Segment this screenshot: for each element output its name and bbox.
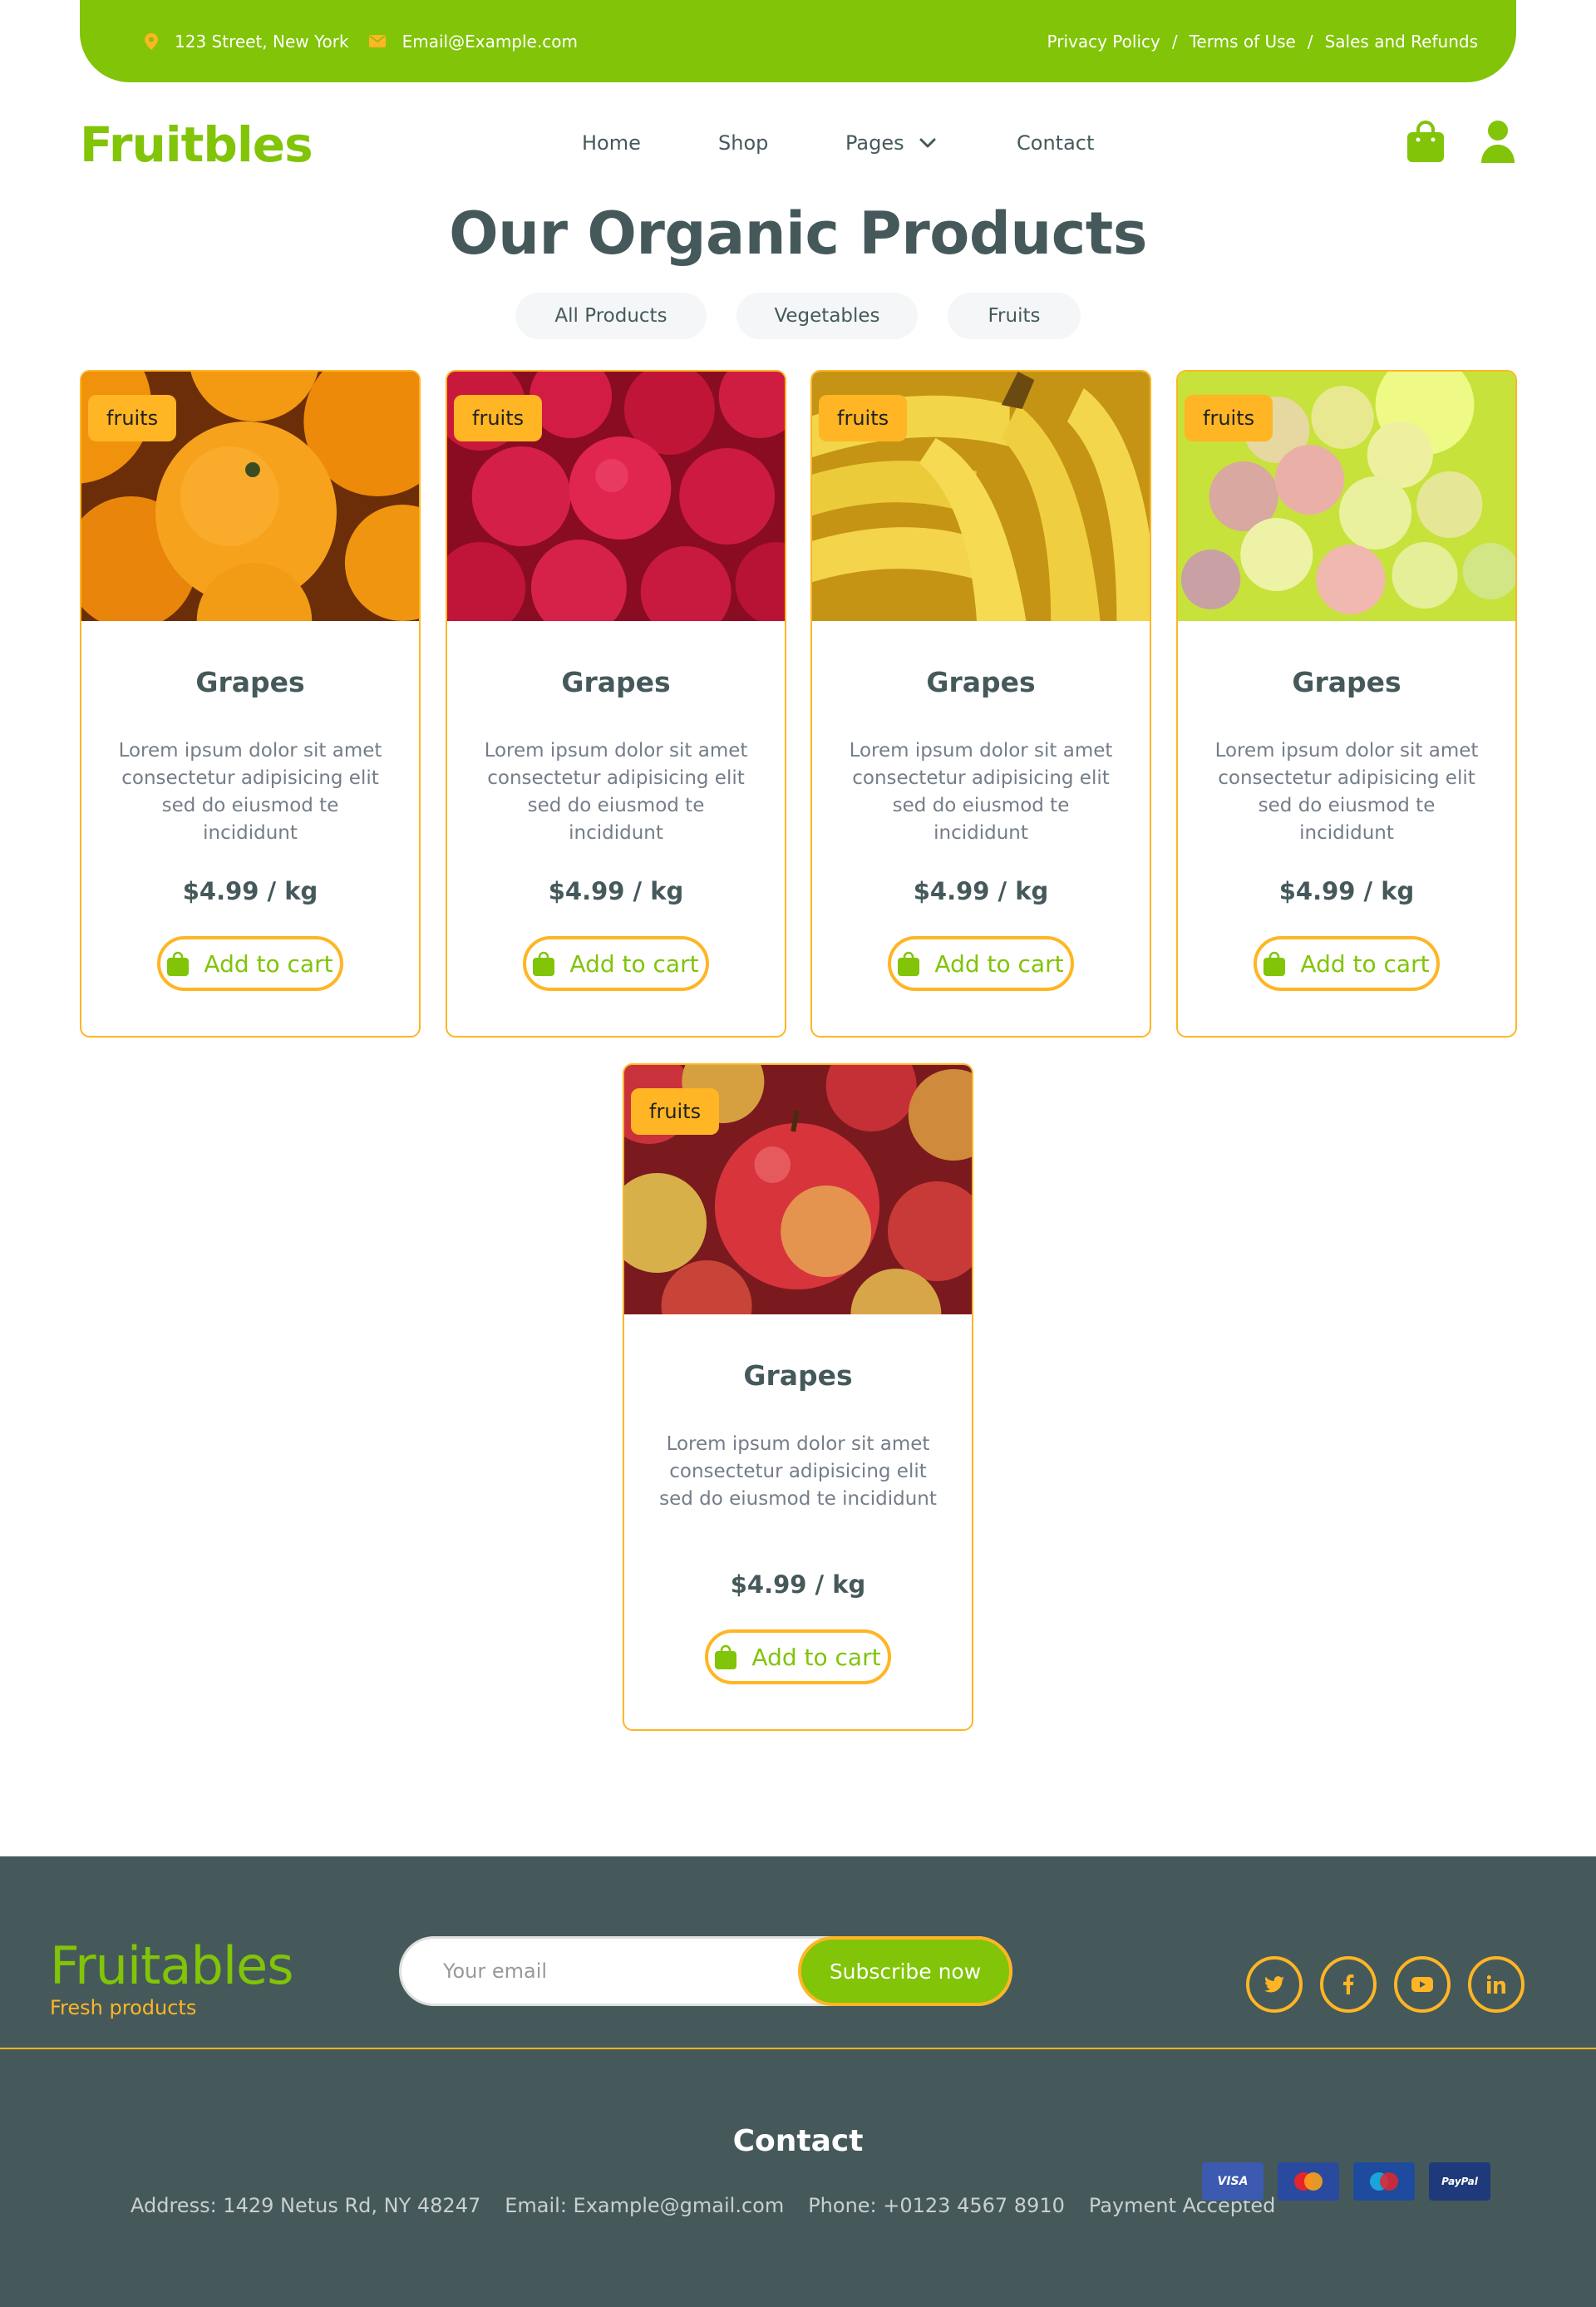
add-to-cart-button[interactable]: Add to cart (705, 1629, 891, 1684)
topbar-separator: / (1171, 31, 1178, 52)
product-card: fruits Grapes Lorem ipsum dolor sit amet… (623, 1063, 973, 1731)
footer-brand[interactable]: Fruitables (50, 1935, 293, 1996)
subscribe-button[interactable]: Subscribe now (798, 1936, 1012, 2006)
product-price: $4.99 / kg (730, 1570, 866, 1599)
topbar-email[interactable]: Email@Example.com (368, 31, 578, 52)
facebook-icon[interactable] (1320, 1956, 1377, 2013)
add-to-cart-button[interactable]: Add to cart (523, 936, 709, 991)
twitter-icon[interactable] (1246, 1956, 1303, 2013)
product-description: Lorem ipsum dolor sit amet consectetur a… (659, 1433, 937, 1510)
category-badge: fruits (1185, 395, 1273, 441)
maestro-icon (1353, 2162, 1415, 2201)
product-name[interactable]: Grapes (812, 666, 1150, 698)
nav-pages-label: Pages (845, 131, 904, 155)
product-description: Lorem ipsum dolor sit amet consectetur a… (118, 740, 382, 844)
add-to-cart-label: Add to cart (934, 949, 1064, 978)
shopping-bag-icon (167, 951, 190, 976)
privacy-policy-link[interactable]: Privacy Policy (1047, 32, 1160, 52)
product-price: $4.99 / kg (913, 877, 1049, 905)
sales-refunds-link[interactable]: Sales and Refunds (1325, 32, 1478, 52)
topbar: 123 Street, New York Email@Example.com P… (80, 0, 1516, 82)
contact-email[interactable]: Email: Example@gmail.com (505, 2194, 784, 2217)
product-price: $4.99 / kg (1278, 877, 1415, 905)
category-badge: fruits (631, 1088, 720, 1135)
tab-fruits[interactable]: Fruits (948, 293, 1081, 339)
shopping-bag-icon[interactable] (1406, 120, 1445, 163)
product-name[interactable]: Grapes (81, 666, 419, 698)
payment-methods: VISA PayPal (1202, 2162, 1505, 2201)
category-badge: fruits (819, 395, 908, 441)
product-card: fruits Grapes Lorem ipsum dolor sit amet… (446, 370, 786, 1038)
nav-pages-dropdown[interactable]: Pages (845, 131, 1017, 155)
footer: Fruitables Fresh products Your email Sub… (0, 1856, 1596, 2307)
linkedin-icon[interactable] (1468, 1956, 1525, 2013)
product-name[interactable]: Grapes (624, 1359, 972, 1392)
envelope-icon (368, 35, 386, 47)
shopping-bag-icon (533, 951, 555, 976)
nav-home-label: Home (582, 131, 641, 155)
add-to-cart-label: Add to cart (204, 949, 333, 978)
paypal-icon: PayPal (1429, 2162, 1490, 2201)
tab-vegetables[interactable]: Vegetables (736, 293, 918, 339)
brand-logo[interactable]: Fruitbles (80, 116, 313, 173)
shopping-bag-icon (1264, 951, 1286, 976)
category-tabs: All Products Vegetables Fruits (0, 293, 1596, 339)
social-links (1246, 1956, 1542, 2013)
add-to-cart-label: Add to cart (751, 1643, 881, 1671)
section-title: Our Organic Products (449, 200, 1147, 268)
chevron-down-icon (919, 138, 936, 148)
add-to-cart-label: Add to cart (569, 949, 699, 978)
nav-shop[interactable]: Shop (718, 131, 845, 155)
topbar-contact: 123 Street, New York Email@Example.com (145, 32, 598, 52)
topbar-address-text: 123 Street, New York (175, 31, 349, 52)
topbar-links: Privacy Policy / Terms of Use / Sales an… (1047, 32, 1478, 52)
product-name[interactable]: Grapes (1178, 666, 1515, 698)
product-price: $4.99 / kg (548, 877, 684, 905)
tab-all-products[interactable]: All Products (515, 293, 707, 339)
contact-info: Address: 1429 Netus Rd, NY 48247 Email: … (131, 2194, 1299, 2217)
add-to-cart-button[interactable]: Add to cart (888, 936, 1074, 991)
add-to-cart-button[interactable]: Add to cart (157, 936, 343, 991)
topbar-separator: / (1307, 31, 1313, 52)
footer-tagline: Fresh products (50, 1996, 197, 2019)
mastercard-icon (1278, 2162, 1339, 2201)
contact-heading: Contact (732, 2124, 864, 2158)
category-badge: fruits (88, 395, 177, 441)
user-icon[interactable] (1480, 120, 1516, 163)
add-to-cart-label: Add to cart (1300, 949, 1430, 978)
visa-label: VISA (1217, 2175, 1249, 2188)
product-description: Lorem ipsum dolor sit amet consectetur a… (1214, 740, 1479, 844)
main-menu: Home Shop Pages Contact (582, 131, 1094, 155)
product-price: $4.99 / kg (182, 877, 318, 905)
nav-contact[interactable]: Contact (1017, 131, 1094, 155)
newsletter-form: Your email Subscribe now (399, 1936, 1012, 2006)
product-card: fruits Grapes Lorem ipsum dolor sit amet… (80, 370, 421, 1038)
topbar-address: 123 Street, New York (145, 32, 349, 52)
product-card: fruits Grapes Lorem ipsum dolor sit amet… (810, 370, 1151, 1038)
shopping-bag-icon (898, 951, 920, 976)
contact-address: Address: 1429 Netus Rd, NY 48247 (131, 2194, 481, 2217)
shopping-bag-icon (715, 1644, 737, 1669)
product-name[interactable]: Grapes (447, 666, 785, 698)
nav-shop-label: Shop (718, 131, 769, 155)
nav-actions (1406, 120, 1516, 163)
product-card: fruits Grapes Lorem ipsum dolor sit amet… (1176, 370, 1517, 1038)
terms-of-use-link[interactable]: Terms of Use (1190, 32, 1296, 52)
map-marker-icon (145, 32, 158, 50)
topbar-email-text: Email@Example.com (401, 31, 578, 52)
visa-icon: VISA (1202, 2162, 1264, 2201)
add-to-cart-button[interactable]: Add to cart (1254, 936, 1440, 991)
paypal-label: PayPal (1441, 2176, 1478, 2187)
nav-contact-label: Contact (1017, 131, 1095, 155)
nav-home[interactable]: Home (582, 131, 718, 155)
footer-divider (0, 2048, 1596, 2049)
product-description: Lorem ipsum dolor sit amet consectetur a… (849, 740, 1113, 844)
category-badge: fruits (454, 395, 543, 441)
youtube-icon[interactable] (1394, 1956, 1451, 2013)
navbar: Fruitbles Home Shop Pages Contact (80, 116, 1516, 175)
contact-phone[interactable]: Phone: +0123 4567 8910 (808, 2194, 1065, 2217)
product-description: Lorem ipsum dolor sit amet consectetur a… (484, 740, 748, 844)
